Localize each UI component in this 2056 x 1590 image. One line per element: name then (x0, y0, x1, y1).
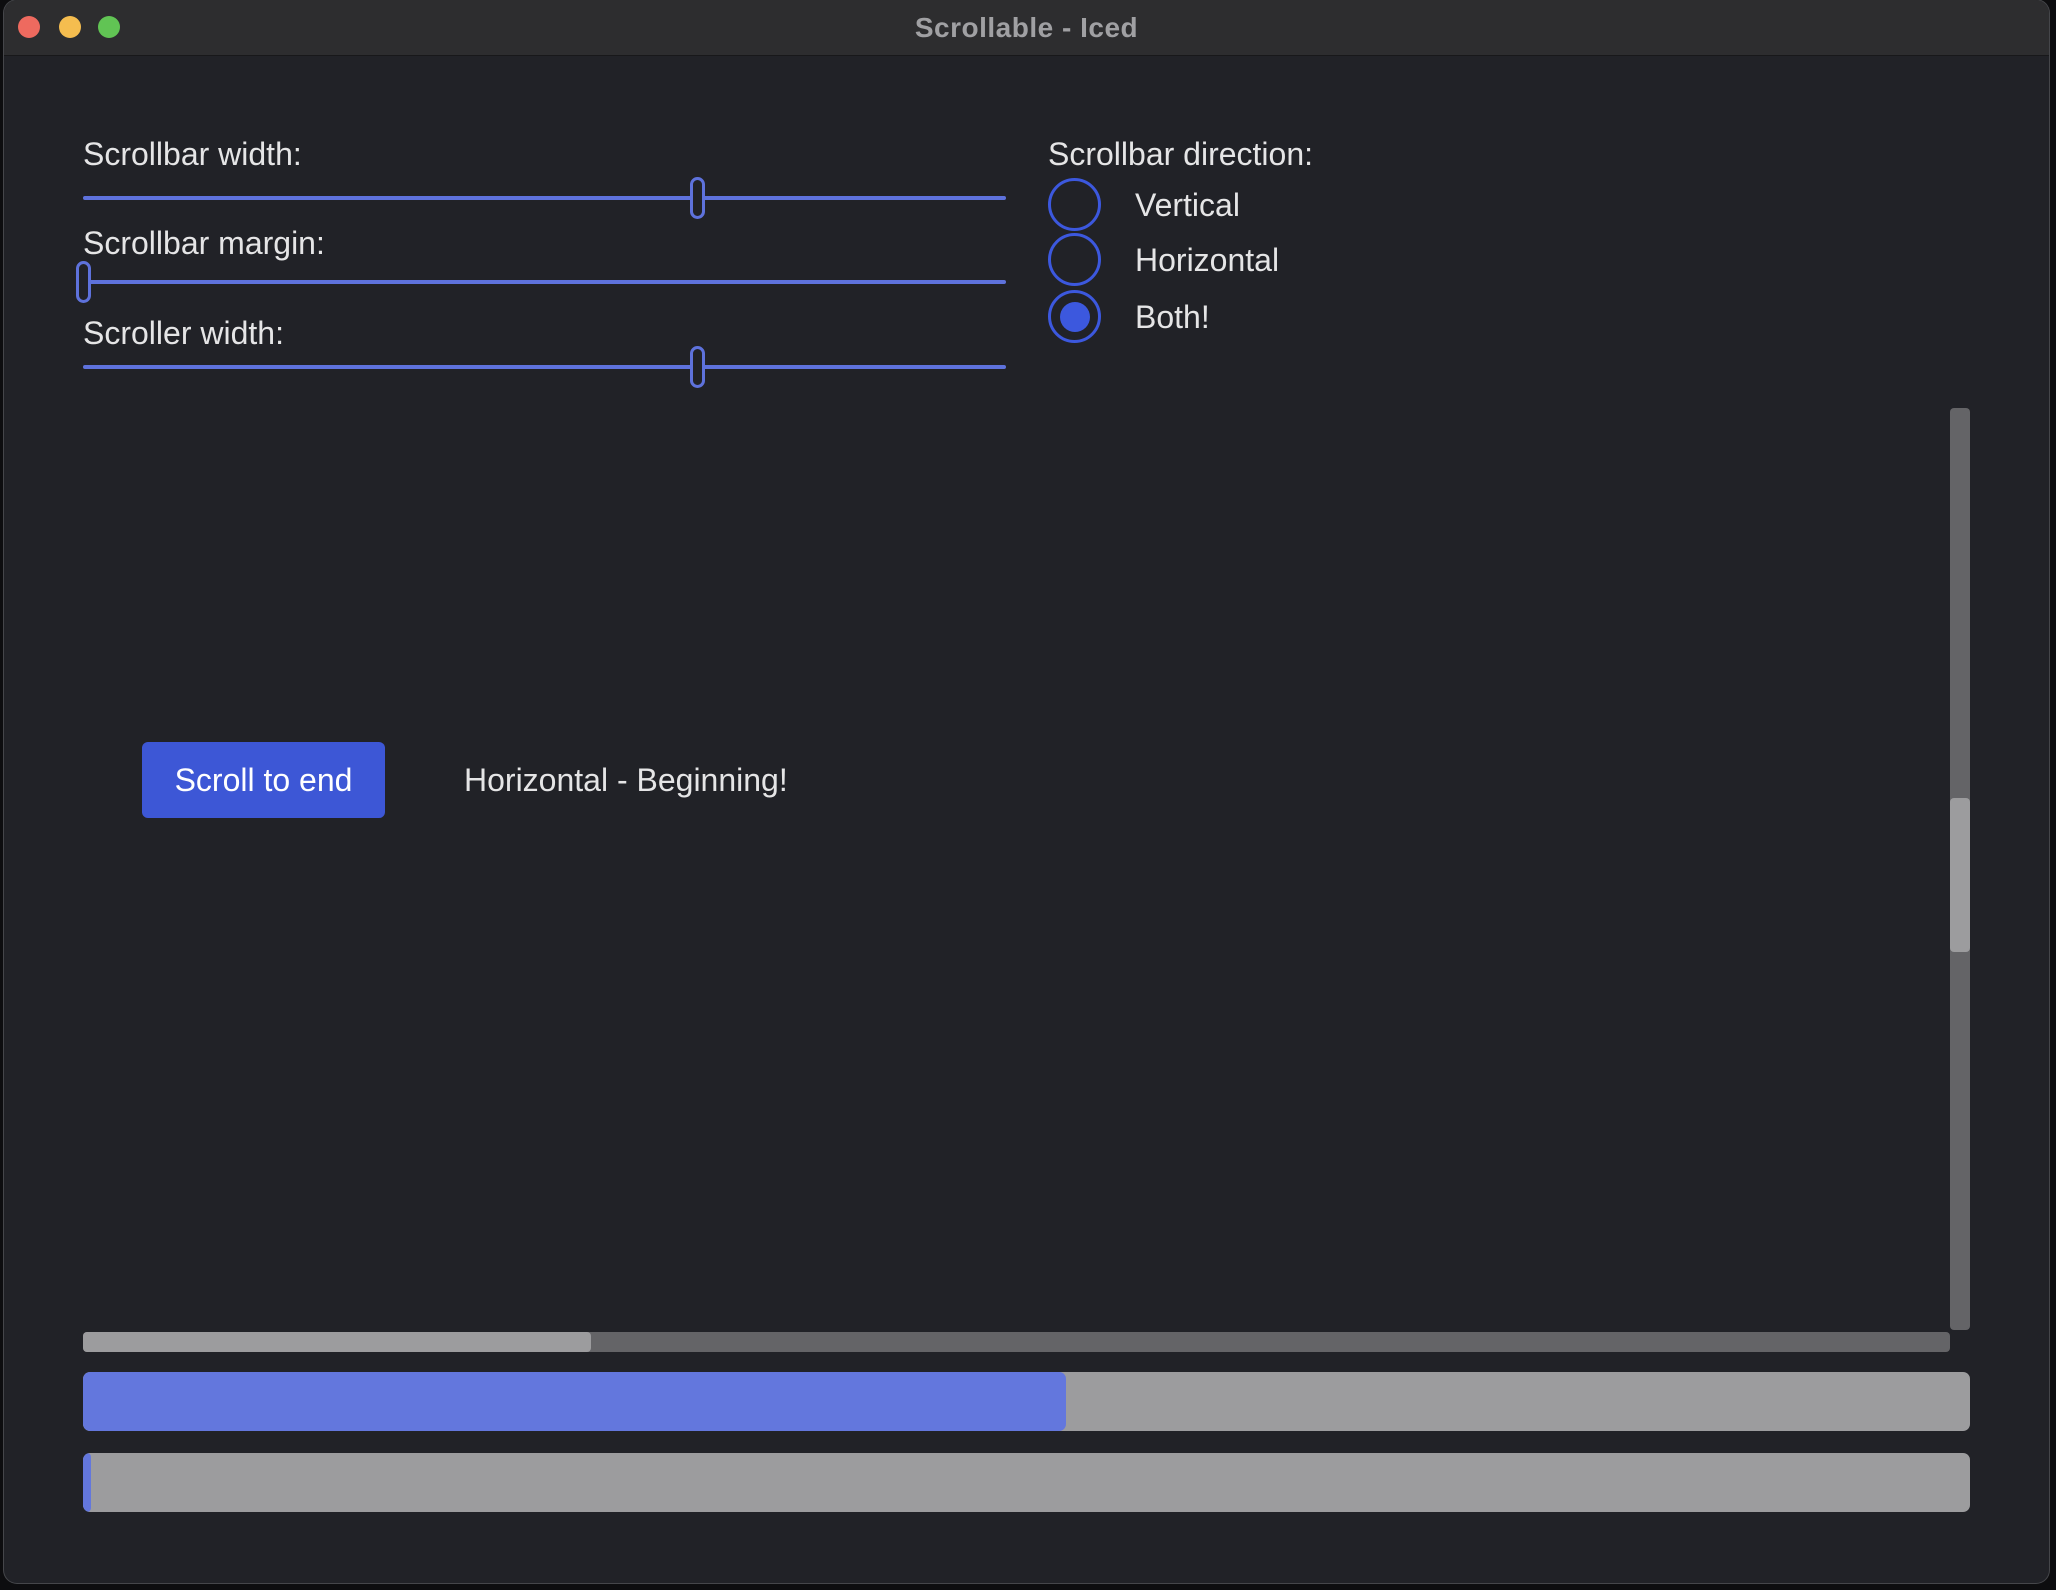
radio-vertical[interactable] (1048, 178, 1101, 231)
vertical-scrollbar-rail[interactable] (1950, 408, 1970, 1330)
horizontal-scrollbar-rail[interactable] (83, 1332, 1950, 1352)
scrollbar-margin-label: Scrollbar margin: (83, 222, 325, 264)
scrollbar-width-slider-handle[interactable] (690, 177, 705, 219)
close-button[interactable] (18, 16, 40, 38)
radio-horizontal[interactable] (1048, 233, 1101, 286)
scrollbar-width-slider[interactable] (83, 196, 1006, 200)
minimize-button[interactable] (59, 16, 81, 38)
scroll-progress-fill-y (83, 1453, 91, 1512)
zoom-button[interactable] (98, 16, 120, 38)
radio-both-label[interactable]: Both! (1135, 296, 1210, 338)
titlebar: Scrollable - Iced (4, 0, 2049, 56)
scroller-width-slider[interactable] (83, 365, 1006, 369)
radio-both[interactable] (1048, 290, 1101, 343)
scroller-width-label: Scroller width: (83, 312, 284, 354)
window-title: Scrollable - Iced (915, 12, 1138, 44)
scrollbar-margin-slider-handle[interactable] (76, 261, 91, 303)
radio-horizontal-label[interactable]: Horizontal (1135, 239, 1279, 281)
scrollbar-width-label: Scrollbar width: (83, 133, 302, 175)
scrollbar-direction-label: Scrollbar direction: (1048, 133, 1313, 175)
scroll-progress-bar-x (83, 1372, 1970, 1431)
app-window: Scrollable - Iced Scrollbar width: Scrol… (4, 0, 2049, 1583)
horizontal-scrollbar-thumb[interactable] (83, 1332, 591, 1352)
radio-dot-icon (1060, 302, 1090, 332)
vertical-scrollbar-thumb[interactable] (1950, 798, 1970, 952)
scroll-progress-fill-x (83, 1372, 1066, 1431)
scrollbar-margin-slider[interactable] (83, 280, 1006, 284)
scroll-to-end-button[interactable]: Scroll to end (142, 742, 385, 818)
radio-vertical-label[interactable]: Vertical (1135, 184, 1240, 226)
scroller-width-slider-handle[interactable] (690, 346, 705, 388)
horizontal-status-text: Horizontal - Beginning! (464, 759, 788, 801)
scroll-progress-bar-y (83, 1453, 1970, 1512)
